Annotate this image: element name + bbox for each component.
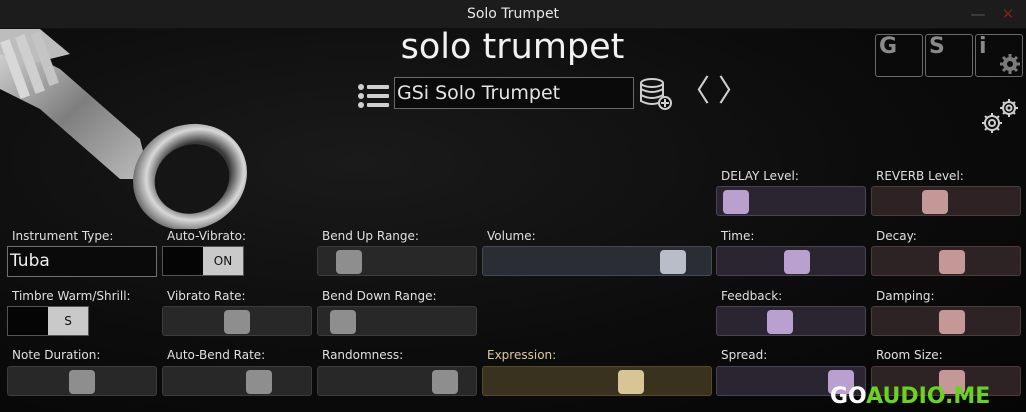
reverb-decay-label: Decay:: [876, 229, 917, 243]
delay-time-slider[interactable]: [716, 246, 866, 276]
note-duration-label: Note Duration:: [12, 348, 101, 362]
watermark-part2: AUDIO.ME: [866, 384, 991, 409]
minimize-button[interactable]: —: [968, 4, 988, 24]
slider-knob[interactable]: [660, 250, 686, 274]
bend-up-range-slider[interactable]: [317, 246, 477, 276]
slider-knob[interactable]: [922, 190, 948, 214]
logo-gear-icon: [1000, 54, 1020, 74]
logo-s: S: [925, 34, 973, 77]
plugin-panel: solo trumpet GSi Solo Trumpet 〈 〉 G S i: [0, 27, 1026, 412]
slider-knob[interactable]: [246, 370, 272, 394]
volume-slider[interactable]: [482, 246, 712, 276]
slider-knob[interactable]: [432, 370, 458, 394]
auto-vibrato-label: Auto-Vibrato:: [167, 229, 246, 243]
delay-level-slider[interactable]: [716, 186, 866, 216]
close-button[interactable]: ✕: [998, 4, 1018, 24]
timbre-toggle[interactable]: S: [7, 306, 89, 336]
slider-knob[interactable]: [69, 370, 95, 394]
slider-knob[interactable]: [783, 250, 810, 274]
delay-time-label: Time:: [721, 229, 755, 243]
instrument-type-field[interactable]: Tuba: [7, 246, 157, 277]
logo-i-letter: i: [979, 34, 987, 59]
bend-up-range-label: Bend Up Range:: [322, 229, 419, 243]
randomness-slider[interactable]: [317, 366, 477, 396]
watermark: GOAUDIO.ME: [830, 385, 990, 409]
randomness-label: Randomness:: [322, 348, 404, 362]
slider-knob[interactable]: [938, 310, 965, 334]
note-duration-slider[interactable]: [7, 366, 157, 396]
expression-label: Expression:: [487, 348, 557, 362]
timbre-shrill-segment[interactable]: S: [48, 307, 88, 335]
feedback-slider[interactable]: [716, 306, 866, 336]
settings-gear-icon[interactable]: [978, 97, 1022, 137]
database-add-icon[interactable]: [638, 77, 674, 111]
vibrato-rate-slider[interactable]: [162, 306, 312, 336]
reverb-level-slider[interactable]: [871, 186, 1021, 216]
feedback-label: Feedback:: [721, 289, 783, 303]
watermark-part1: GO: [830, 384, 867, 409]
auto-bend-rate-slider[interactable]: [162, 366, 312, 396]
slider-knob[interactable]: [938, 250, 965, 274]
auto-vibrato-toggle[interactable]: ON: [162, 246, 244, 276]
auto-bend-rate-label: Auto-Bend Rate:: [167, 348, 266, 362]
slider-knob[interactable]: [224, 310, 250, 334]
damping-label: Damping:: [876, 289, 935, 303]
reverb-level-label: REVERB Level:: [876, 169, 964, 183]
logo-i: i: [975, 34, 1023, 77]
preset-name-field[interactable]: GSi Solo Trumpet: [394, 77, 634, 109]
reverb-decay-slider[interactable]: [871, 246, 1021, 276]
window-title: Solo Trumpet: [466, 6, 560, 22]
logo-g: G: [875, 34, 923, 77]
timbre-label: Timbre Warm/Shrill:: [12, 289, 131, 303]
slider-knob[interactable]: [723, 190, 749, 214]
spread-label: Spread:: [721, 348, 768, 362]
delay-level-label: DELAY Level:: [721, 169, 799, 183]
previous-preset-button[interactable]: 〈: [680, 75, 710, 109]
instrument-type-label: Instrument Type:: [12, 229, 114, 243]
slider-knob[interactable]: [336, 250, 362, 274]
bend-down-range-slider[interactable]: [317, 306, 477, 336]
app-title: solo trumpet: [400, 27, 625, 67]
auto-vibrato-on-segment[interactable]: ON: [203, 247, 243, 275]
title-bar: Solo Trumpet — ✕: [0, 0, 1026, 29]
slider-knob[interactable]: [330, 310, 356, 334]
volume-label: Volume:: [487, 229, 536, 243]
next-preset-button[interactable]: 〉: [718, 75, 748, 109]
slider-knob[interactable]: [618, 370, 645, 394]
damping-slider[interactable]: [871, 306, 1021, 336]
bend-down-range-label: Bend Down Range:: [322, 289, 437, 303]
timbre-warm-segment[interactable]: [8, 307, 48, 335]
expression-slider[interactable]: [482, 366, 712, 396]
slider-knob[interactable]: [767, 310, 793, 334]
preset-list-icon[interactable]: [358, 84, 390, 108]
vibrato-rate-label: Vibrato Rate:: [167, 289, 246, 303]
room-size-label: Room Size:: [876, 348, 943, 362]
auto-vibrato-off-segment[interactable]: [163, 247, 203, 275]
trumpet-image: [0, 29, 247, 229]
